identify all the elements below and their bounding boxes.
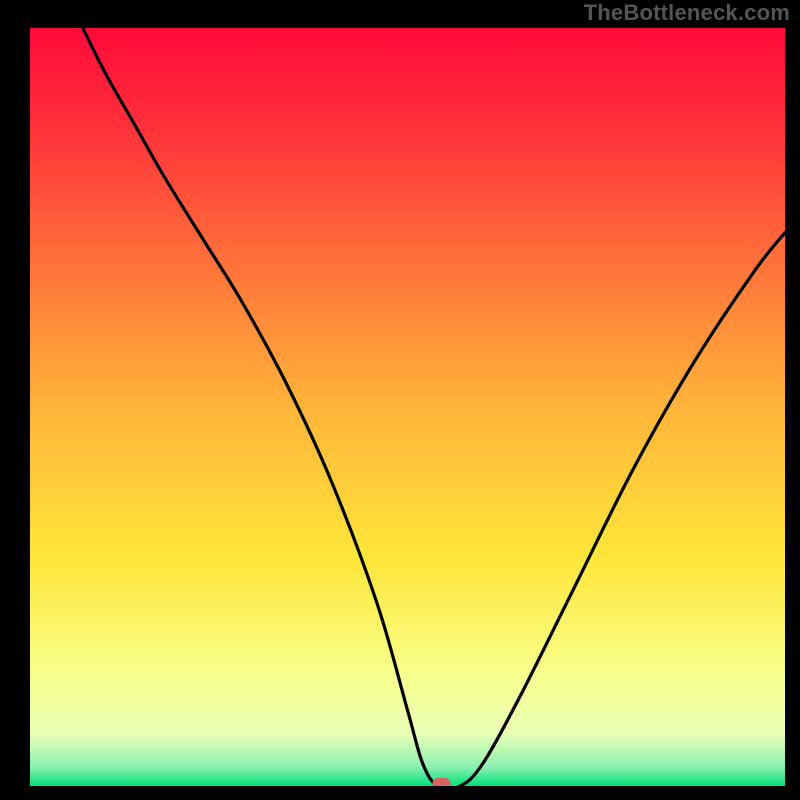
chart-frame: TheBottleneck.com <box>0 0 800 800</box>
plot-area <box>30 28 785 786</box>
watermark-text: TheBottleneck.com <box>584 0 790 26</box>
optimal-marker <box>432 778 450 786</box>
bottleneck-chart <box>30 28 785 786</box>
